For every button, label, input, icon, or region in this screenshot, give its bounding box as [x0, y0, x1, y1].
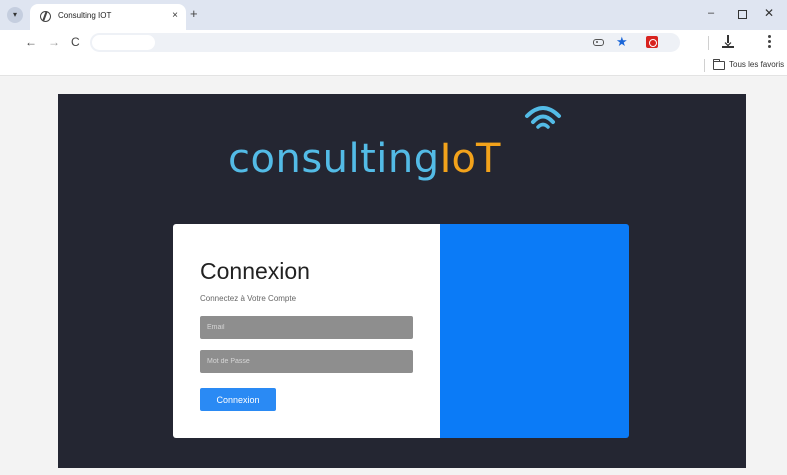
login-subtitle: Connectez à Votre Compte [200, 294, 297, 303]
email-field[interactable] [200, 316, 413, 339]
login-card: Connexion Connectez à Votre Compte Conne… [173, 224, 629, 438]
hero-section: consultingIoT Connexion Connectez à Votr… [58, 94, 746, 468]
address-bar[interactable]: ★ [90, 33, 680, 52]
password-key-icon[interactable] [593, 39, 604, 46]
login-title: Connexion [200, 258, 310, 284]
forward-button[interactable]: → [48, 35, 60, 49]
tab-title: Consulting IOT [58, 11, 112, 20]
logo-text-accent: IoT [439, 136, 501, 182]
password-field[interactable] [200, 350, 413, 373]
browser-toolbar: ← → C ★ [0, 30, 787, 56]
download-icon[interactable] [722, 35, 734, 49]
minimize-button[interactable]: – [708, 7, 714, 19]
all-bookmarks-link[interactable]: Tous les favoris [729, 60, 784, 69]
consulting-iot-logo: consultingIoT [228, 136, 500, 192]
login-button[interactable]: Connexion [200, 388, 276, 411]
reload-button[interactable]: C [71, 35, 80, 49]
bookmarks-bar: Tous les favoris [0, 56, 787, 76]
address-input[interactable] [92, 35, 155, 50]
toolbar-divider [708, 36, 709, 50]
folder-icon[interactable] [713, 59, 725, 70]
bookmark-star-icon[interactable]: ★ [616, 34, 628, 50]
globe-icon [40, 11, 51, 22]
tab-search-button[interactable]: ▾ [7, 7, 23, 23]
pdf-extension-icon[interactable] [646, 36, 658, 48]
tab-consulting-iot[interactable]: Consulting IOT × [30, 4, 186, 30]
more-menu-icon[interactable] [768, 35, 771, 49]
tab-strip: ▾ Consulting IOT × + – ✕ [0, 0, 787, 30]
maximize-button[interactable] [738, 10, 747, 19]
tab-close-button[interactable]: × [172, 10, 178, 21]
new-tab-button[interactable]: + [190, 7, 198, 21]
bookmarks-divider [704, 59, 705, 72]
blue-side-panel [440, 224, 629, 438]
wifi-icon [525, 106, 561, 129]
back-button[interactable]: ← [25, 35, 37, 49]
window-close-button[interactable]: ✕ [764, 6, 774, 20]
logo-text-main: consulting [228, 136, 440, 182]
login-form-panel: Connexion Connectez à Votre Compte Conne… [173, 224, 440, 438]
